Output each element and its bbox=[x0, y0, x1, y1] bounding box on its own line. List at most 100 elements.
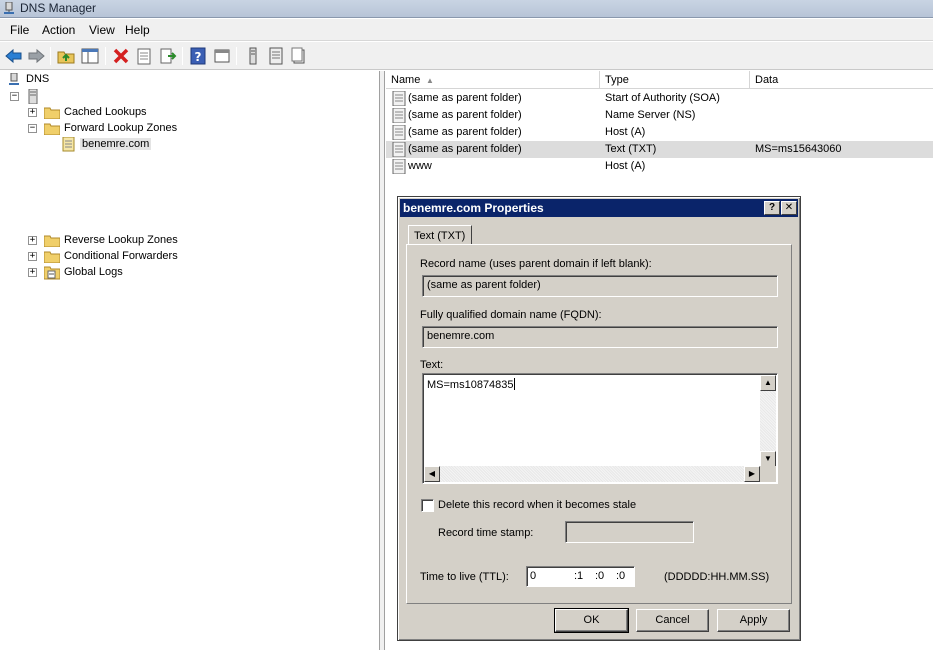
tree-expand-toggle[interactable]: + bbox=[28, 268, 37, 277]
tree-item-cached-lookups[interactable]: + Cached Lookups bbox=[28, 104, 168, 120]
horizontal-scrollbar[interactable]: ◀ ▶ bbox=[424, 466, 760, 482]
ttl-format-hint: (DDDDD:HH.MM.SS) bbox=[664, 571, 770, 583]
table-row[interactable]: www Host (A) bbox=[386, 158, 933, 175]
ttl-days[interactable]: 0 bbox=[530, 570, 536, 582]
table-row-selected[interactable]: (same as parent folder) Text (TXT) MS=ms… bbox=[386, 141, 933, 158]
toolbar-separator bbox=[50, 47, 51, 65]
record-name: (same as parent folder) bbox=[408, 92, 522, 104]
record-name: www bbox=[408, 160, 432, 172]
tree-expand-toggle[interactable]: + bbox=[28, 236, 37, 245]
timestamp-field bbox=[565, 521, 694, 543]
column-header-name[interactable]: Name bbox=[391, 74, 420, 86]
menu-view[interactable]: View bbox=[89, 23, 115, 37]
record-name-field[interactable]: (same as parent folder) bbox=[422, 275, 778, 297]
tree-item-zone-benemre[interactable]: benemre.com bbox=[62, 136, 162, 152]
scroll-down-button[interactable]: ▼ bbox=[760, 451, 776, 467]
table-row[interactable]: (same as parent folder) Host (A) bbox=[386, 124, 933, 141]
record-type: Host (A) bbox=[605, 160, 646, 172]
tree-item-dns[interactable]: DNS bbox=[8, 72, 88, 88]
dialog-title-bar[interactable]: benemre.com Properties ? ✕ bbox=[400, 199, 798, 217]
pane-splitter[interactable] bbox=[380, 71, 385, 650]
ttl-hours[interactable]: :1 bbox=[574, 570, 583, 582]
record-type: Start of Authority (SOA) bbox=[605, 92, 720, 104]
record-icon bbox=[392, 159, 406, 174]
record-icon bbox=[392, 125, 406, 140]
record-name: (same as parent folder) bbox=[408, 126, 522, 138]
list-icon[interactable] bbox=[266, 46, 286, 66]
tree-collapse-toggle[interactable]: − bbox=[28, 124, 37, 133]
tree-expand-toggle[interactable]: + bbox=[28, 252, 37, 261]
close-icon[interactable]: ✕ bbox=[781, 201, 797, 215]
column-divider[interactable] bbox=[599, 71, 600, 89]
forward-arrow-icon[interactable] bbox=[26, 46, 46, 66]
record-name: (same as parent folder) bbox=[408, 143, 522, 155]
menu-file[interactable]: File bbox=[10, 23, 29, 37]
tree-collapse-toggle[interactable]: − bbox=[10, 92, 19, 101]
tree-label-zone: benemre.com bbox=[80, 138, 152, 150]
tree-item-conditional-forwarders[interactable]: + Conditional Forwarders bbox=[28, 248, 198, 264]
delete-stale-checkbox[interactable] bbox=[421, 499, 434, 512]
column-divider[interactable] bbox=[749, 71, 750, 89]
tree-expand-toggle[interactable]: + bbox=[28, 108, 37, 117]
column-header-type[interactable]: Type bbox=[605, 74, 629, 86]
back-arrow-icon[interactable] bbox=[4, 46, 24, 66]
properties-icon[interactable] bbox=[134, 46, 154, 66]
apply-button[interactable]: Apply bbox=[717, 609, 790, 632]
text-value: MS=ms10874835 bbox=[427, 378, 515, 391]
dns-server-icon bbox=[9, 73, 19, 85]
record-name: (same as parent folder) bbox=[408, 109, 522, 121]
scrollbar-corner bbox=[760, 466, 776, 482]
record-icon bbox=[392, 91, 406, 106]
vertical-scrollbar[interactable]: ▲ ▼ bbox=[760, 375, 776, 467]
menu-help[interactable]: Help bbox=[125, 23, 150, 37]
export-list-icon[interactable] bbox=[158, 46, 178, 66]
help-caption-button[interactable]: ? bbox=[764, 201, 780, 215]
table-row[interactable]: (same as parent folder) Name Server (NS) bbox=[386, 107, 933, 124]
window-title-bar: DNS Manager bbox=[0, 0, 933, 18]
ttl-input[interactable]: 0 :1 :0 :0 bbox=[526, 566, 635, 587]
scroll-right-button[interactable]: ▶ bbox=[744, 466, 760, 482]
cancel-button[interactable]: Cancel bbox=[636, 609, 709, 632]
zone-icon[interactable] bbox=[289, 46, 309, 66]
console-icon[interactable] bbox=[212, 46, 232, 66]
column-header-data[interactable]: Data bbox=[755, 74, 778, 86]
svg-text:?: ? bbox=[195, 50, 202, 64]
tree-label-global-logs: Global Logs bbox=[64, 266, 123, 278]
show-hide-tree-icon[interactable] bbox=[80, 46, 100, 66]
folder-icon bbox=[44, 107, 60, 119]
dialog-title: benemre.com Properties bbox=[403, 201, 544, 215]
tree-item-reverse-lookup-zones[interactable]: + Reverse Lookup Zones bbox=[28, 232, 198, 248]
text-value-content: MS=ms10874835 bbox=[427, 379, 514, 391]
server-icon[interactable] bbox=[243, 46, 263, 66]
record-data: MS=ms15643060 bbox=[755, 143, 842, 155]
text-label: Text: bbox=[420, 359, 444, 371]
folder-open-icon bbox=[44, 123, 60, 135]
tree-label-reverse-lookup-zones: Reverse Lookup Zones bbox=[64, 234, 178, 246]
delete-stale-label[interactable]: Delete this record when it becomes stale bbox=[438, 499, 636, 511]
ttl-minutes[interactable]: :0 bbox=[595, 570, 604, 582]
up-folder-icon[interactable] bbox=[56, 46, 76, 66]
list-header: Name ▲ Type Data bbox=[386, 71, 933, 89]
ttl-seconds[interactable]: :0 bbox=[616, 570, 625, 582]
tree-item-server[interactable]: − bbox=[10, 89, 50, 105]
tree-item-forward-lookup-zones[interactable]: − Forward Lookup Zones bbox=[28, 120, 188, 136]
dns-manager-icon bbox=[4, 2, 14, 14]
text-input[interactable]: MS=ms10874835 ▲ ▼ ◀ ▶ bbox=[422, 373, 778, 484]
help-icon[interactable]: ? bbox=[188, 46, 208, 66]
fqdn-field: benemre.com bbox=[422, 326, 778, 348]
menu-bar: File Action View Help bbox=[0, 19, 933, 41]
scroll-left-button[interactable]: ◀ bbox=[424, 466, 440, 482]
record-type: Host (A) bbox=[605, 126, 646, 138]
ok-button[interactable]: OK bbox=[554, 608, 629, 633]
table-row[interactable]: (same as parent folder) Start of Authori… bbox=[386, 90, 933, 107]
scroll-up-button[interactable]: ▲ bbox=[760, 375, 776, 391]
delete-icon[interactable] bbox=[111, 46, 131, 66]
tree-item-global-logs[interactable]: + Global Logs bbox=[28, 264, 148, 280]
console-tree: DNS − + Cached Lookups − Forward Lookup … bbox=[0, 71, 380, 650]
tab-text-txt[interactable]: Text (TXT) bbox=[408, 225, 472, 245]
record-name-label: Record name (uses parent domain if left … bbox=[420, 258, 652, 270]
menu-action[interactable]: Action bbox=[42, 23, 75, 37]
tree-label-cached-lookups: Cached Lookups bbox=[64, 106, 147, 118]
folder-icon bbox=[44, 251, 60, 263]
tree-label-conditional-forwarders: Conditional Forwarders bbox=[64, 250, 178, 262]
